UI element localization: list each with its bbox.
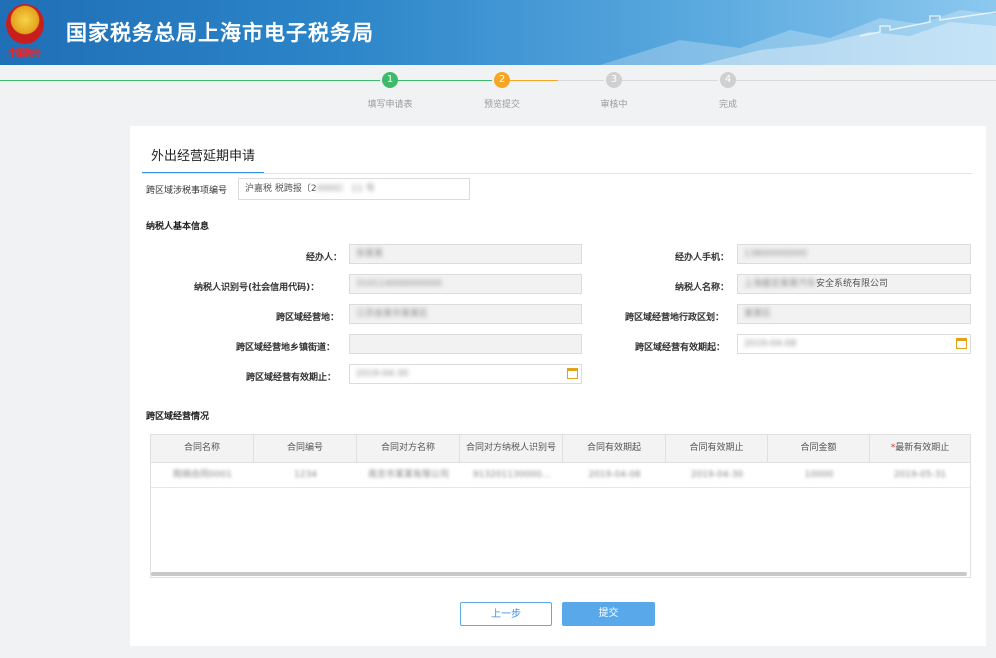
col-amount: 合同金额: [768, 435, 870, 462]
step-4-label: 完成: [718, 100, 737, 110]
col-latest-valid-to: *最新有效期止: [870, 435, 970, 462]
matter-no-value: 沪嘉税 税跨报〔2: [245, 184, 317, 194]
location-field: 江苏省某市某某区: [349, 304, 582, 324]
contract-table: 合同名称 合同编号 合同对方名称 合同对方纳税人识别号 合同有效期起 合同有效期…: [150, 434, 971, 578]
taxpayer-name-field: 上海嘉定某某汽车安全系统有限公司: [737, 274, 971, 294]
step-1-circle: 1: [382, 72, 398, 88]
valid-to-label: 跨区域经营有效期止：: [246, 373, 337, 383]
agent-label: 经办人：: [306, 253, 343, 263]
step-line-rest: [736, 80, 996, 81]
step-2-circle: 2: [494, 72, 510, 88]
valid-from-field[interactable]: 2019-04-08: [737, 334, 971, 354]
agent-phone-label: 经办人手机：: [675, 253, 730, 263]
step-4-circle: 4: [720, 72, 736, 88]
cell-valid-from: 2019-04-08: [588, 470, 641, 480]
step-line-2-3-active: [510, 80, 558, 81]
table-row[interactable]: 购销合同0001 1234 南京市某某有限公司 913201130000... …: [151, 463, 970, 488]
national-emblem-icon: [6, 4, 44, 44]
step-line-2-3: [558, 80, 604, 81]
site-header: 中国税务 国家税务总局上海市电子税务局: [0, 0, 996, 65]
col-counterparty-name: 合同对方名称: [357, 435, 460, 462]
calendar-icon[interactable]: [956, 338, 967, 349]
location-label: 跨区域经营地：: [276, 313, 340, 323]
emblem-caption: 中国税务: [8, 49, 41, 59]
cell-contract-name: 购销合同0001: [173, 470, 232, 480]
taxpayer-name-label: 纳税人名称：: [675, 283, 730, 293]
col-contract-no: 合同编号: [254, 435, 357, 462]
cell-amount: 10000: [804, 470, 834, 480]
location-division-label: 跨区域经营地行政区划：: [625, 313, 725, 323]
tab-extension-application[interactable]: 外出经营延期申请: [142, 148, 264, 174]
cell-contract-no: 1234: [294, 470, 317, 480]
cell-counterparty-name: 南京市某某有限公司: [367, 470, 449, 480]
step-2-label: 预览提交: [483, 100, 520, 110]
biz-info-heading: 跨区域经营情况: [146, 412, 210, 422]
step-line-1-2: [398, 80, 492, 81]
cell-latest-valid-to[interactable]: 2019-05-31: [870, 463, 970, 487]
progress-stepper: 1 填写申请表 2 预览提交 3 审核中 4 完成: [0, 65, 996, 115]
col-valid-to: 合同有效期止: [666, 435, 768, 462]
valid-from-value: 2019-04-08: [744, 339, 797, 349]
application-panel: 外出经营延期申请 跨区域涉税事项编号 沪嘉税 税跨报〔20000〕 11 号 纳…: [130, 126, 986, 646]
taxpayer-name-prefix: 上海嘉定某某汽车: [744, 279, 817, 289]
agent-phone-field: 13800000000: [737, 244, 971, 264]
agent-field: 张某某: [349, 244, 582, 264]
step-1-label: 填写申请表: [367, 100, 413, 110]
tax-id-value: 310114000000000: [356, 279, 442, 289]
step-line-3-4: [622, 80, 718, 81]
valid-to-field[interactable]: 2019-04-30: [349, 364, 582, 384]
matter-no-hidden: 0000〕 11 号: [316, 184, 375, 194]
agent-value: 张某某: [356, 249, 384, 259]
col-valid-from: 合同有效期起: [563, 435, 666, 462]
matter-no-label: 跨区域涉税事项编号: [146, 186, 228, 196]
col-counterparty-tax-id: 合同对方纳税人识别号: [460, 435, 563, 462]
table-horizontal-scrollbar[interactable]: [151, 572, 967, 576]
site-title: 国家税务总局上海市电子税务局: [66, 21, 374, 45]
step-3-label: 审核中: [600, 100, 628, 110]
col-contract-name: 合同名称: [151, 435, 254, 462]
basic-info-heading: 纳税人基本信息: [146, 222, 210, 232]
tax-id-label: 纳税人识别号(社会信用代码)：: [194, 283, 320, 293]
tax-id-field: 310114000000000: [349, 274, 582, 294]
table-header: 合同名称 合同编号 合同对方名称 合同对方纳税人识别号 合同有效期起 合同有效期…: [151, 435, 970, 463]
cell-counterparty-tax-id: 913201130000...: [472, 470, 551, 480]
col-latest-valid-to-label: 最新有效期止: [895, 443, 950, 453]
step-line-done: [0, 80, 380, 81]
valid-to-value: 2019-04-30: [356, 369, 409, 379]
step-3-circle: 3: [606, 72, 622, 88]
street-label: 跨区域经营地乡镇街道：: [236, 343, 336, 353]
matter-no-field: 沪嘉税 税跨报〔20000〕 11 号: [238, 178, 470, 200]
agent-phone-value: 13800000000: [744, 249, 807, 259]
location-division-value: 某某区: [744, 309, 772, 319]
tab-divider: [142, 173, 972, 174]
submit-button[interactable]: 提交: [562, 602, 655, 626]
street-field: [349, 334, 582, 354]
cell-valid-to: 2019-04-30: [690, 470, 744, 480]
taxpayer-name-visible: 安全系统有限公司: [816, 279, 889, 289]
calendar-icon[interactable]: [567, 368, 578, 379]
previous-step-button[interactable]: 上一步: [460, 602, 552, 626]
location-division-field: 某某区: [737, 304, 971, 324]
valid-from-label: 跨区域经营有效期起：: [635, 343, 726, 353]
location-value: 江苏省某市某某区: [356, 309, 429, 319]
